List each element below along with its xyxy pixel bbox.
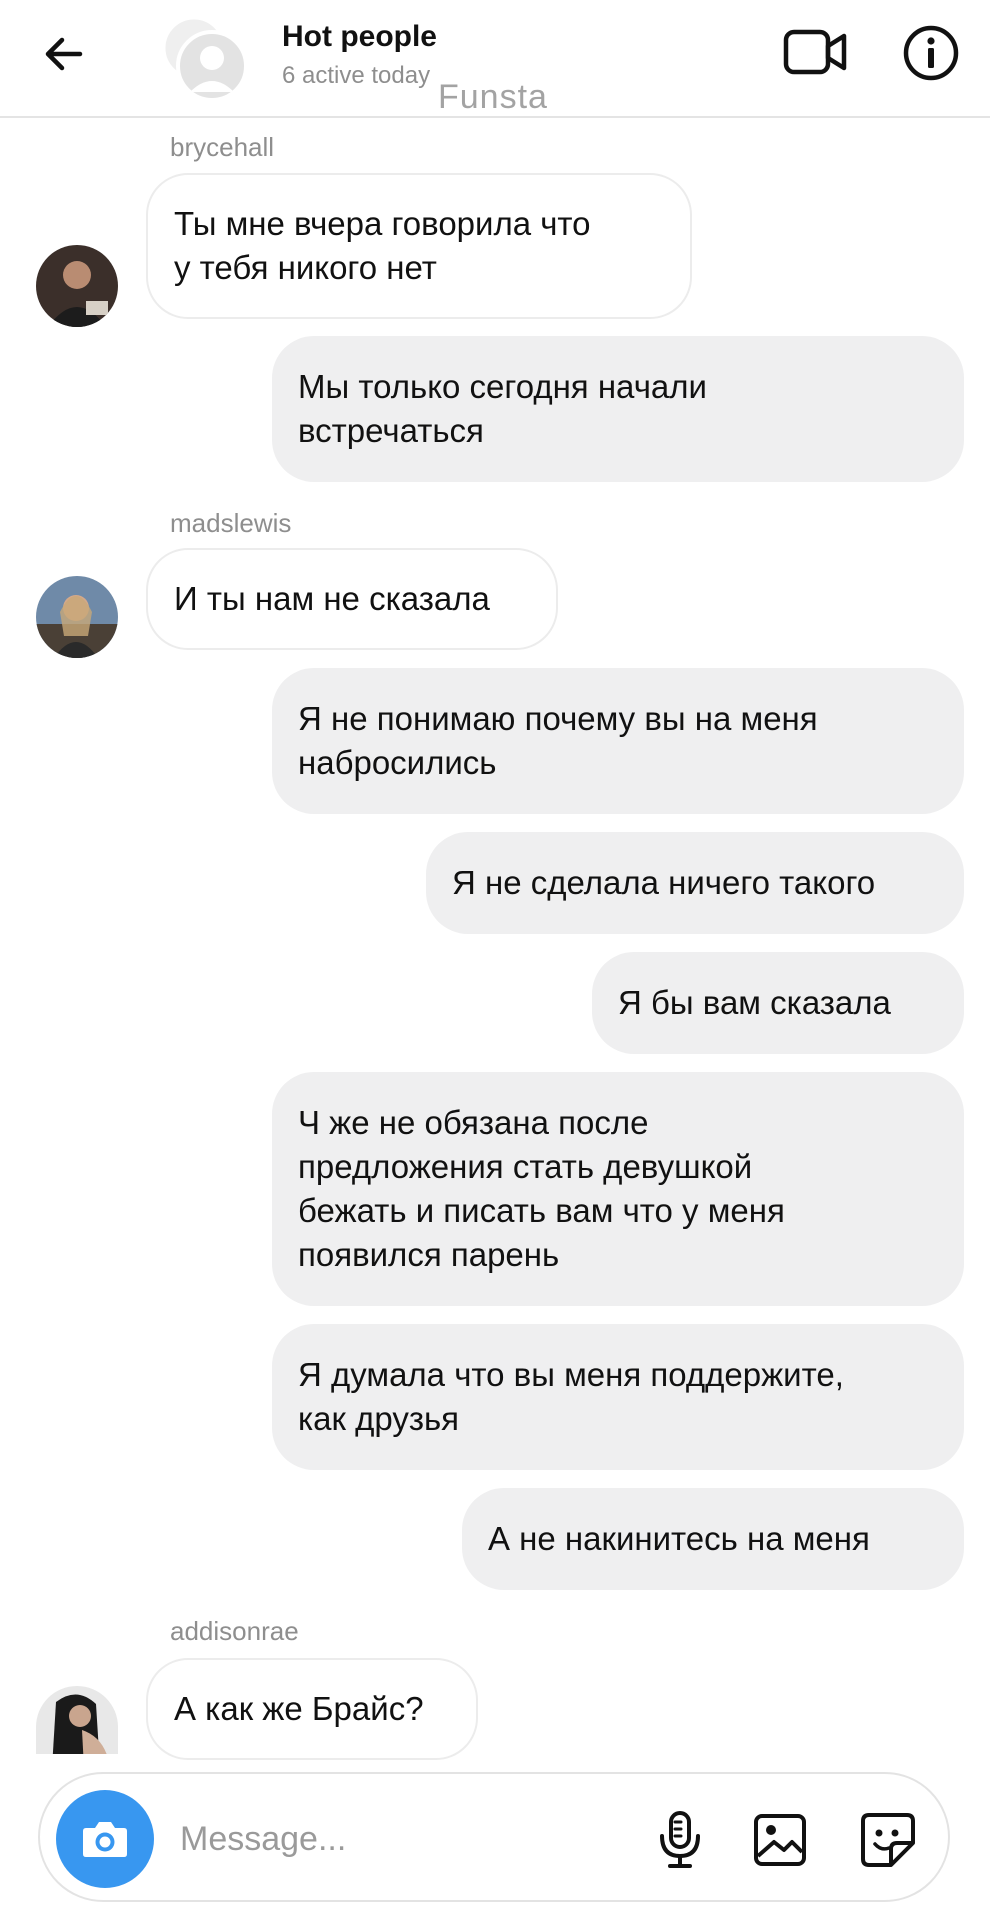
avatar[interactable]	[36, 576, 118, 658]
chat-title: Hot people	[282, 20, 437, 53]
message-bubble[interactable]: Я не понимаю почему вы на меня набросили…	[272, 668, 964, 814]
group-avatar-icon	[162, 16, 248, 102]
message-bubble[interactable]: Мы только сегодня начали встречаться	[272, 336, 964, 482]
user-photo	[36, 245, 118, 327]
back-arrow-icon	[45, 37, 83, 71]
message-bubble[interactable]: Я бы вам сказала	[592, 952, 964, 1054]
active-status: 6 active today	[282, 62, 431, 89]
camera-button[interactable]	[56, 1790, 154, 1888]
sender-name: addisonrae	[170, 1616, 299, 1646]
avatar[interactable]	[36, 245, 118, 327]
message-bubble[interactable]: И ты нам не сказала	[146, 548, 558, 650]
watermark-text: Funsta	[438, 78, 548, 116]
message-bubble[interactable]: Я думала что вы меня поддержите, как дру…	[272, 1324, 964, 1470]
message-bubble[interactable]: Ч же не обязана после предложения стать …	[272, 1072, 964, 1306]
avatar[interactable]	[36, 1686, 118, 1754]
gallery-icon	[754, 1814, 806, 1866]
message-bubble[interactable]: Я не сделала ничего такого	[426, 832, 964, 934]
sticker-button[interactable]	[856, 1808, 920, 1872]
message-bubble[interactable]: А как же Брайс?	[146, 1658, 478, 1760]
info-icon	[903, 25, 959, 81]
camera-icon	[83, 1822, 127, 1857]
message-bubble[interactable]: А не накинитесь на меня	[462, 1488, 964, 1590]
sticker-icon	[861, 1813, 915, 1867]
video-call-button[interactable]	[782, 24, 848, 80]
chat-header: Hot people 6 active today Funsta	[0, 0, 990, 118]
user-photo	[36, 576, 118, 658]
message-bubble[interactable]: Ты мне вчера говорила что у тебя никого …	[146, 173, 692, 319]
back-button[interactable]	[36, 26, 92, 82]
message-composer	[38, 1772, 950, 1902]
user-photo	[36, 1686, 118, 1754]
voice-message-button[interactable]	[648, 1808, 712, 1872]
sender-name: madslewis	[170, 508, 292, 538]
gallery-button[interactable]	[748, 1808, 812, 1872]
microphone-icon	[660, 1811, 700, 1868]
chat-title-block[interactable]: Hot people 6 active today	[282, 20, 437, 90]
message-input[interactable]	[180, 1814, 620, 1864]
sender-name: brycehall	[170, 132, 275, 162]
info-button[interactable]	[902, 24, 960, 82]
group-avatar[interactable]	[158, 12, 250, 104]
video-call-icon	[783, 29, 847, 75]
